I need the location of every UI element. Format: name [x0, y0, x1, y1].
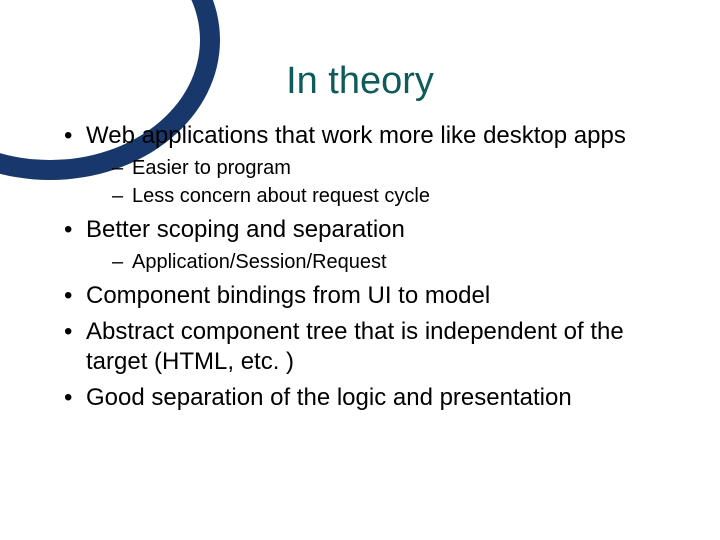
slide-content: Web applications that work more like des… [0, 121, 720, 413]
list-item: Abstract component tree that is independ… [64, 317, 676, 377]
list-item: Good separation of the logic and present… [64, 383, 676, 413]
list-item: Application/Session/Request [112, 249, 676, 275]
bullet-text: Abstract component tree that is independ… [86, 318, 624, 375]
bullet-text: Easier to program [132, 157, 291, 179]
list-item: Better scoping and separation Applicatio… [64, 215, 676, 275]
list-item: Web applications that work more like des… [64, 121, 676, 209]
sub-list: Application/Session/Request [86, 249, 676, 275]
slide: In theory Web applications that work mor… [0, 60, 720, 540]
bullet-text: Better scoping and separation [86, 216, 405, 243]
list-item: Easier to program [112, 155, 676, 181]
bullet-text: Less concern about request cycle [132, 185, 430, 207]
list-item: Less concern about request cycle [112, 183, 676, 209]
bullet-list: Web applications that work more like des… [64, 121, 676, 413]
bullet-text: Web applications that work more like des… [86, 122, 626, 149]
list-item: Component bindings from UI to model [64, 281, 676, 311]
bullet-text: Good separation of the logic and present… [86, 384, 572, 411]
bullet-text: Component bindings from UI to model [86, 282, 490, 309]
bullet-text: Application/Session/Request [132, 251, 387, 273]
sub-list: Easier to program Less concern about req… [86, 155, 676, 209]
